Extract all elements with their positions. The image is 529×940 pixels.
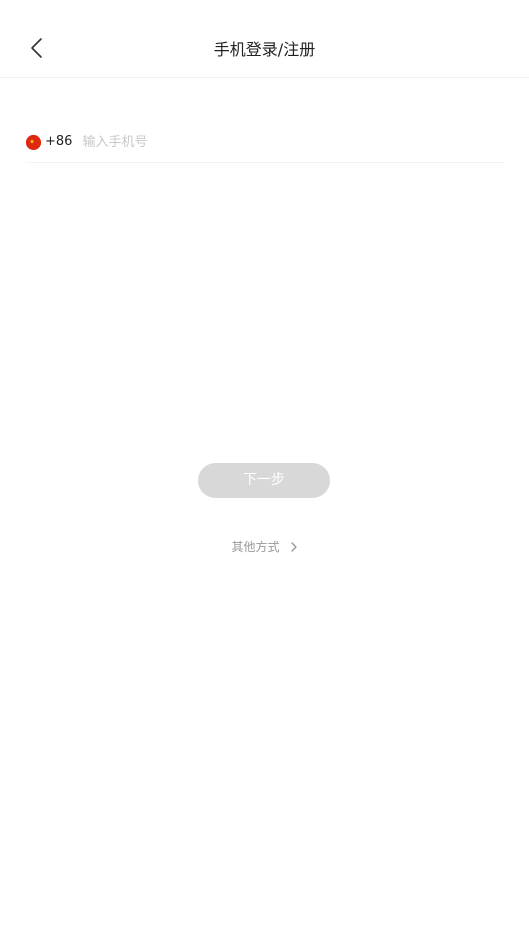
chevron-right-icon bbox=[290, 541, 298, 553]
other-methods-link[interactable]: 其他方式 bbox=[0, 538, 529, 556]
next-step-button[interactable]: 下一步 bbox=[198, 463, 330, 498]
top-nav-bar: 手机登录/注册 bbox=[0, 0, 529, 78]
china-flag-icon bbox=[26, 134, 41, 150]
phone-number-input[interactable] bbox=[82, 133, 443, 151]
country-code-selector[interactable]: +86 bbox=[26, 133, 72, 151]
other-methods-label: 其他方式 bbox=[231, 540, 280, 554]
page-title: 手机登录/注册 bbox=[213, 40, 316, 59]
phone-input-row: +86 bbox=[26, 128, 504, 163]
country-code-text: +86 bbox=[45, 134, 73, 149]
